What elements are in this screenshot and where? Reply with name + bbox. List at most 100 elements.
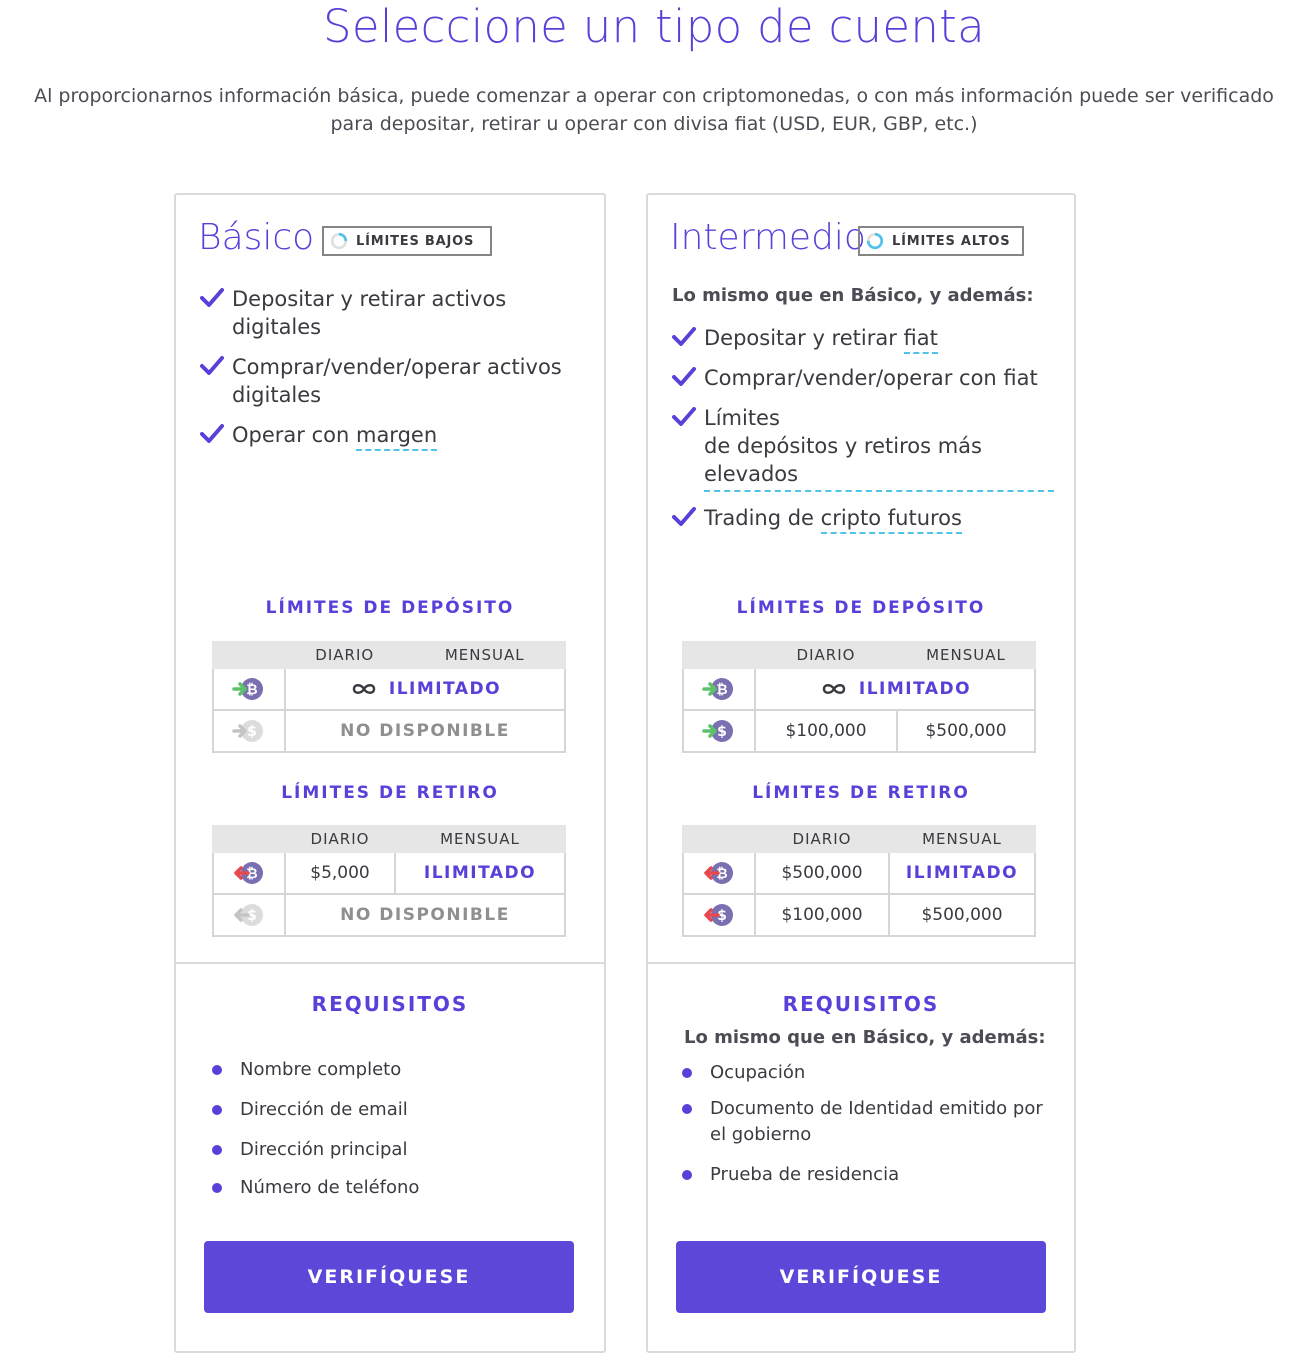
check-icon [672, 366, 696, 388]
col-monthly: MENSUAL [896, 641, 1036, 669]
card-divider [648, 962, 1074, 964]
page-title: Seleccione un tipo de cuenta [323, 0, 985, 53]
basic-limits-badge: LÍMITES BAJOS [322, 226, 492, 256]
requirement-text: Nombre completo [240, 1059, 402, 1080]
margin-tooltip-link[interactable]: margen [355, 423, 438, 451]
not-available-label: NO DISPONIBLE [340, 905, 510, 925]
intermediate-title: Intermedio [670, 217, 866, 258]
bullet-icon [682, 1068, 692, 1078]
high-limits-ring-icon [866, 232, 884, 250]
bullet-icon [682, 1170, 692, 1180]
requirement-text: Dirección de email [240, 1099, 408, 1120]
same-as-basic-note: Lo mismo que en Básico, y además: [684, 1027, 1046, 1048]
intermediate-deposit-table: DIARIO MENSUAL ₿ ILIMITADO $ $100,000 $5… [682, 641, 1036, 753]
unlimited-label: ILIMITADO [905, 863, 1019, 883]
feature-item: Trading de cripto futuros [672, 504, 1054, 534]
fiat-withdraw-icon-cell: $ [682, 893, 756, 937]
requirement-text: Prueba de residencia [710, 1164, 900, 1185]
basic-requirements-list: Nombre completo Dirección de email Direc… [212, 1057, 584, 1201]
basic-verify-button[interactable]: VERIFÍQUESE [204, 1241, 574, 1313]
check-icon [672, 506, 696, 528]
col-daily: DIARIO [754, 641, 898, 669]
requirement-text: Dirección principal [240, 1139, 408, 1160]
svg-text:₿: ₿ [716, 682, 727, 698]
requirement-text: Número de teléfono [240, 1177, 420, 1198]
crypto-withdraw-monthly: ILIMITADO [394, 851, 566, 895]
bullet-icon [212, 1145, 222, 1155]
fiat-deposit-icon-cell: $ [212, 709, 286, 753]
feature-text: Comprar/vender/operar con fiat [704, 366, 1038, 390]
check-icon [672, 326, 696, 348]
requirement-text: Documento de Identidad emitido por el go… [710, 1098, 1043, 1145]
basic-withdraw-table: DIARIO MENSUAL ₿ $5,000 ILIMITADO $ NO D… [212, 825, 566, 937]
intermediate-withdraw-title: LÍMITES DE RETIRO [752, 783, 970, 803]
feature-item: Operar con margen [200, 421, 584, 451]
dollar-withdraw-icon: $ [704, 904, 733, 926]
fiat-withdraw-icon-cell: $ [212, 893, 286, 937]
basic-withdraw-title: LÍMITES DE RETIRO [281, 783, 499, 803]
col-monthly: MENSUAL [403, 641, 566, 669]
requirement-text: Ocupación [710, 1062, 806, 1083]
feature-text: Depositar y retirar [704, 326, 904, 350]
col-monthly: MENSUAL [394, 825, 566, 853]
svg-text:$: $ [247, 724, 257, 740]
same-as-basic-note: Lo mismo que en Básico, y además: [672, 285, 1034, 306]
intermediate-features: Lo mismo que en Básico, y además: Deposi… [672, 285, 1054, 544]
basic-title: Básico [198, 217, 315, 258]
unlimited-label: ILIMITADO [858, 679, 972, 699]
intermediate-limits-badge: LÍMITES ALTOS [858, 226, 1024, 256]
intermediate-withdraw-table: DIARIO MENSUAL ₿ $500,000 ILIMITADO $ $1… [682, 825, 1036, 937]
crypto-deposit-value: ILIMITADO [284, 667, 566, 711]
dollar-deposit-icon-disabled: $ [232, 720, 263, 742]
intermediate-requirements-list: Lo mismo que en Básico, y además: Ocupac… [682, 1027, 1054, 1188]
dollar-deposit-icon: $ [702, 720, 733, 742]
crypto-deposit-value: ILIMITADO [754, 667, 1036, 711]
intermediate-verify-button[interactable]: VERIFÍQUESE [676, 1241, 1046, 1313]
higher-limits-tooltip-link[interactable]: de depósitos y retiros más elevados [704, 432, 1054, 492]
bullet-icon [682, 1104, 692, 1114]
requirement-item: Dirección principal [212, 1137, 584, 1163]
bullet-icon [212, 1065, 222, 1075]
fiat-deposit-monthly: $500,000 [896, 709, 1036, 753]
basic-requirements-title: REQUISITOS [311, 992, 469, 1016]
check-icon [200, 423, 224, 445]
col-daily: DIARIO [284, 825, 396, 853]
basic-deposit-title: LÍMITES DE DEPÓSITO [265, 598, 515, 618]
card-divider [176, 962, 604, 964]
feature-item: Depositar y retirar activos digitales [200, 285, 584, 341]
fiat-withdraw-value: NO DISPONIBLE [284, 893, 566, 937]
fiat-deposit-icon-cell: $ [682, 709, 756, 753]
fiat-tooltip-link[interactable]: fiat [903, 326, 938, 354]
icon-col-header [682, 825, 756, 853]
requirement-item: Prueba de residencia [682, 1162, 1054, 1188]
crypto-withdraw-icon-cell: ₿ [212, 851, 286, 895]
basic-deposit-table: DIARIO MENSUAL ₿ ILIMITADO $ NO DISPONIB… [212, 641, 566, 753]
icon-col-header [682, 641, 756, 669]
check-icon [200, 355, 224, 377]
fiat-withdraw-monthly: $500,000 [888, 893, 1036, 937]
page-subtitle: Al proporcionarnos información básica, p… [34, 85, 1274, 135]
col-daily: DIARIO [754, 825, 890, 853]
infinity-icon [819, 682, 849, 696]
feature-text: Comprar/vender/operar activos digitales [232, 355, 562, 407]
requirement-item: Dirección de email [212, 1097, 584, 1123]
bullet-icon [212, 1105, 222, 1115]
intermediate-card: Intermedio LÍMITES ALTOS Lo mismo que en… [646, 193, 1076, 1353]
feature-item: Comprar/vender/operar con fiat [672, 364, 1054, 392]
feature-item: Depositar y retirar fiat [672, 324, 1054, 354]
crypto-deposit-icon-cell: ₿ [682, 667, 756, 711]
basic-card: Básico LÍMITES BAJOS Depositar y retirar… [174, 193, 606, 1353]
feature-item: Límites de depósitos y retiros más eleva… [672, 404, 1054, 492]
check-icon [200, 287, 224, 309]
crypto-futures-tooltip-link[interactable]: cripto futuros [820, 506, 962, 534]
crypto-deposit-icon-cell: ₿ [212, 667, 286, 711]
bitcoin-deposit-icon: ₿ [702, 678, 733, 700]
feature-text: Depositar y retirar activos digitales [232, 287, 507, 339]
svg-text:$: $ [717, 724, 727, 740]
col-monthly: MENSUAL [888, 825, 1036, 853]
col-daily: DIARIO [283, 641, 406, 669]
crypto-withdraw-monthly: ILIMITADO [888, 851, 1036, 895]
fiat-deposit-value: NO DISPONIBLE [284, 709, 566, 753]
intermediate-badge-label: LÍMITES ALTOS [892, 233, 1011, 249]
dollar-withdraw-icon-disabled: $ [234, 904, 263, 926]
